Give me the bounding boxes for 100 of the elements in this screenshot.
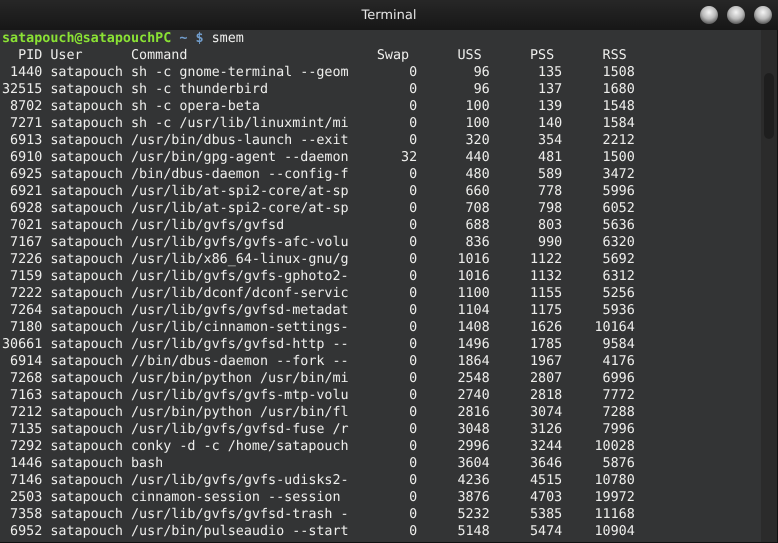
table-cell-text: satapouch [49, 200, 123, 217]
table-cell-text: 4176 [602, 353, 635, 370]
table-cell-text: /usr/lib/gvfs/gvfsd-trash - [130, 506, 349, 523]
table-cell-text: /usr/lib/gvfs/gvfs-afc-volu [130, 234, 349, 251]
table-cell-text: 0 [408, 370, 418, 387]
typed-command: smem [212, 30, 244, 47]
table-cell-text: 0 [408, 489, 418, 506]
table-cell-text: satapouch [49, 472, 123, 489]
table-cell-text: 6910 [9, 149, 42, 166]
table-cell-text: 6914 [9, 353, 42, 370]
table-cell-text: 0 [408, 353, 418, 370]
table-cell-text: /usr/lib/x86_64-linux-gnu/g [130, 251, 349, 268]
table-cell-text: 3472 [602, 166, 635, 183]
table-cell-text: 1016 [456, 268, 490, 285]
table-cell-text: 1100 [456, 285, 490, 302]
table-cell-text: 0 [408, 64, 418, 81]
round-window-button[interactable] [700, 6, 718, 24]
table-cell-text: 0 [408, 200, 418, 217]
table-cell-text: 2996 [456, 438, 490, 455]
table-cell-text: 1967 [528, 353, 562, 370]
table-cell-text: 10904 [593, 523, 635, 540]
table-cell-text: 7212 [9, 404, 42, 421]
table-cell-text: 1446 [9, 455, 42, 472]
table-cell-text: 7222 [9, 285, 42, 302]
table-cell-text: satapouch [49, 353, 123, 370]
table-cell-text: satapouch [49, 523, 123, 540]
table-cell-text: 96 [472, 64, 490, 81]
table-cell-text: 0 [408, 421, 418, 438]
prompt-user-host: satapouch@satapouchPC [2, 30, 172, 47]
table-cell-text: 1500 [602, 149, 635, 166]
table-cell-text: 0 [408, 81, 418, 98]
table-cell-text: 798 [537, 200, 562, 217]
table-cell-text: 5876 [602, 455, 635, 472]
table-cell-text: 0 [408, 166, 418, 183]
table-cell-text: 990 [537, 234, 562, 251]
table-cell-text: satapouch [49, 98, 123, 115]
table-cell-text: sh -c gnome-terminal --geom [130, 64, 349, 81]
table-cell-text: 660 [464, 183, 490, 200]
table-cell-text: satapouch [49, 370, 123, 387]
table-cell-text: /usr/lib/cinnamon-settings- [130, 319, 349, 336]
table-cell-text: 3876 [456, 489, 490, 506]
table-cell-text: 0 [408, 98, 418, 115]
table-cell-text: satapouch [49, 302, 123, 319]
table-cell-text: 3604 [456, 455, 490, 472]
table-cell-text: 96 [472, 81, 490, 98]
table-cell-text: sh -c /usr/lib/linuxmint/mi [130, 115, 349, 132]
table-cell-text: 1864 [456, 353, 490, 370]
table-cell-text: 0 [408, 268, 418, 285]
table-cell-text: satapouch [49, 387, 123, 404]
table-cell-text: 481 [537, 149, 562, 166]
table-cell-text: /usr/lib/dconf/dconf-servic [130, 285, 349, 302]
table-cell-text: 6052 [602, 200, 635, 217]
round-window-button[interactable] [727, 6, 745, 24]
table-cell-text: 7268 [9, 370, 42, 387]
table-cell-text: /usr/lib/at-spi2-core/at-sp [130, 183, 349, 200]
table-cell-text: 140 [537, 115, 562, 132]
table-cell-text: /usr/lib/gvfs/gvfsd-http -- [130, 336, 349, 353]
table-cell-text: 7163 [9, 387, 42, 404]
table-cell-text: satapouch [49, 64, 123, 81]
table-cell-text: 354 [537, 132, 562, 149]
scrollbar-track[interactable] [761, 30, 777, 542]
table-cell-text: 3244 [528, 438, 562, 455]
column-header: Swap [376, 47, 410, 64]
table-cell-text: /usr/bin/pulseaudio --start [130, 523, 349, 540]
table-cell-text: satapouch [49, 421, 123, 438]
table-cell-text: 1680 [602, 81, 635, 98]
column-header: PSS [529, 47, 556, 64]
table-cell-text: satapouch [49, 438, 123, 455]
table-cell-text: /usr/lib/gvfs/gvfsd-fuse /r [130, 421, 349, 438]
table-cell-text: 7264 [9, 302, 42, 319]
table-cell-text: satapouch [49, 268, 123, 285]
column-header: USS [456, 47, 483, 64]
table-cell-text: 803 [537, 217, 562, 234]
table-cell-text: 7271 [9, 115, 42, 132]
table-cell-text: 1408 [456, 319, 490, 336]
table-cell-text: satapouch [49, 319, 123, 336]
table-cell: 30661 [2, 336, 42, 353]
table-cell-text: 7772 [602, 387, 635, 404]
table-cell-text: cinnamon-session --session [130, 489, 342, 506]
table-cell-text: 100 [464, 115, 490, 132]
table-cell-text: satapouch [49, 404, 123, 421]
table-cell-text: 6928 [9, 200, 42, 217]
table-cell-text: 688 [464, 217, 490, 234]
table-cell-text: 9584 [602, 336, 635, 353]
table-cell-text: /usr/bin/dbus-launch --exit [130, 132, 349, 149]
table-cell-text: 0 [408, 132, 418, 149]
table-cell-text: 2503 [9, 489, 42, 506]
column-header: RSS [602, 47, 628, 64]
table-cell-text: 440 [464, 149, 490, 166]
table-cell-text: 7159 [9, 268, 42, 285]
column-header: User [49, 47, 84, 64]
table-cell-text: 0 [408, 319, 418, 336]
table-cell-text: 137 [537, 81, 562, 98]
table-cell-text: 1785 [528, 336, 562, 353]
table-cell-text: 589 [537, 166, 562, 183]
round-window-button[interactable] [754, 6, 772, 24]
table-cell-text: 19972 [593, 489, 635, 506]
table-cell-text: conky -d -c /home/satapouch [130, 438, 349, 455]
table-cell-text: 1508 [602, 64, 635, 81]
table-cell-text: 1122 [528, 251, 562, 268]
